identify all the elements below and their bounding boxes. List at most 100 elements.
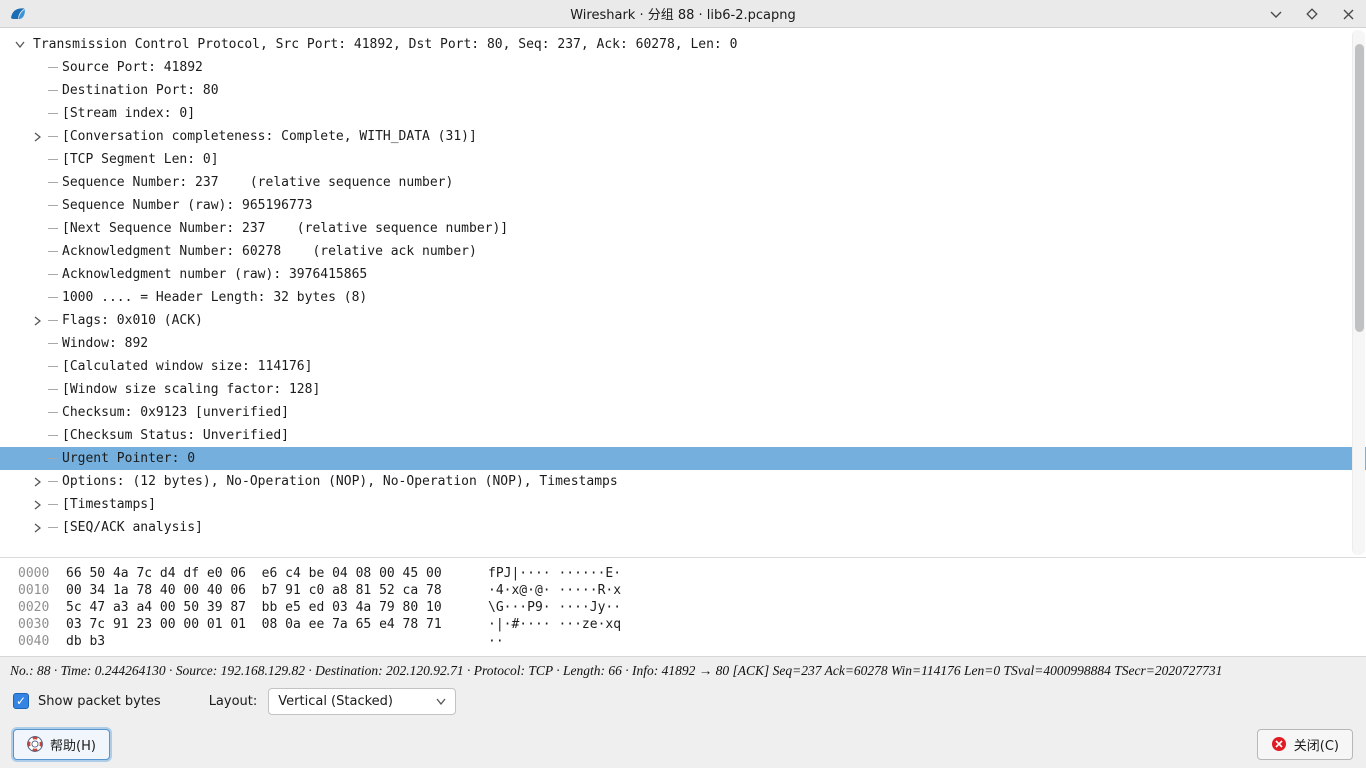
tree-root-label: Transmission Control Protocol, Src Port:… [33,37,737,52]
hex-offset: 0030 [18,617,66,632]
maximize-icon[interactable] [1304,6,1320,22]
chevron-right-icon[interactable] [34,477,48,487]
packet-status-line: No.: 88 · Time: 0.244264130 · Source: 19… [0,656,1366,684]
tree-row[interactable]: Window: 892 [0,332,1366,355]
tree-row-label: [SEQ/ACK analysis] [62,520,203,535]
vertical-scrollbar[interactable] [1352,30,1365,555]
hex-dump-panel: 0000 66 50 4a 7c d4 df e0 06 e6 c4 be 04… [0,557,1366,656]
tree-branch-line [48,320,58,321]
tree-row[interactable]: [Window size scaling factor: 128] [0,378,1366,401]
hex-offset: 0010 [18,583,66,598]
tree-row[interactable]: Destination Port: 80 [0,79,1366,102]
tree-branch-line [48,159,58,160]
titlebar: Wireshark · 分组 88 · lib6-2.pcapng [0,0,1366,28]
layout-select-value: Vertical (Stacked) [278,694,393,709]
tree-row-label: [Checksum Status: Unverified] [62,428,289,443]
show-packet-bytes-label[interactable]: Show packet bytes [38,694,161,709]
hex-row[interactable]: 0030 03 7c 91 23 00 00 01 01 08 0a ee 7a… [0,616,1366,633]
hex-ascii: ·· [488,634,504,649]
chevron-down-icon [436,698,446,705]
packet-detail-panel: Transmission Control Protocol, Src Port:… [0,28,1366,656]
close-circle-icon [1271,736,1287,752]
tree-row[interactable]: 1000 .... = Header Length: 32 bytes (8) [0,286,1366,309]
hex-ascii: \G···P9· ····Jy·· [488,600,621,615]
close-icon[interactable] [1340,6,1356,22]
hex-bytes: db b3 [66,634,462,649]
tree-branch-line [48,113,58,114]
chevron-right-icon[interactable] [34,316,48,326]
tree-row-label: Checksum: 0x9123 [unverified] [62,405,289,420]
tree-branch-line [48,67,58,68]
tree-row[interactable]: [Calculated window size: 114176] [0,355,1366,378]
layout-select[interactable]: Vertical (Stacked) [268,688,456,715]
hex-bytes: 66 50 4a 7c d4 df e0 06 e6 c4 be 04 08 0… [66,566,462,581]
tree-row[interactable]: Sequence Number: 237 (relative sequence … [0,171,1366,194]
hex-row[interactable]: 0040 db b3 ·· [0,633,1366,650]
tree-branch-line [48,481,58,482]
tree-row[interactable]: Options: (12 bytes), No-Operation (NOP),… [0,470,1366,493]
tree-row-label: Destination Port: 80 [62,83,219,98]
dialog-button-bar: 帮助(H) 关闭(C) [0,718,1366,768]
tree-row[interactable]: [Next Sequence Number: 237 (relative seq… [0,217,1366,240]
scrollbar-thumb[interactable] [1355,44,1364,332]
help-button[interactable]: 帮助(H) [13,729,110,760]
hex-bytes: 03 7c 91 23 00 00 01 01 08 0a ee 7a 65 e… [66,617,462,632]
tree-row-label: Acknowledgment Number: 60278 (relative a… [62,244,477,259]
hex-ascii: ·|·#···· ···ze·xq [488,617,621,632]
tree-branch-line [48,389,58,390]
tree-row[interactable]: Acknowledgment Number: 60278 (relative a… [0,240,1366,263]
tree-branch-line [48,458,58,459]
hex-offset: 0000 [18,566,66,581]
tree-branch-line [48,366,58,367]
tree-row[interactable]: [Stream index: 0] [0,102,1366,125]
tree-row[interactable]: [TCP Segment Len: 0] [0,148,1366,171]
tree-row[interactable]: Acknowledgment number (raw): 3976415865 [0,263,1366,286]
tree-branch-line [48,343,58,344]
hex-row[interactable]: 0020 5c 47 a3 a4 00 50 39 87 bb e5 ed 03… [0,599,1366,616]
dialog-controls: ✓ Show packet bytes Layout: Vertical (St… [0,684,1366,718]
tree-row[interactable]: [Timestamps] [0,493,1366,516]
wireshark-logo-icon [9,5,27,23]
hex-bytes: 00 34 1a 78 40 00 40 06 b7 91 c0 a8 81 5… [66,583,462,598]
tree-branch-line [48,412,58,413]
tree-branch-line [48,205,58,206]
tree-row-label: [Calculated window size: 114176] [62,359,312,374]
chevron-right-icon[interactable] [34,132,48,142]
chevron-right-icon[interactable] [34,523,48,533]
hex-row[interactable]: 0010 00 34 1a 78 40 00 40 06 b7 91 c0 a8… [0,582,1366,599]
tree-row[interactable]: [Checksum Status: Unverified] [0,424,1366,447]
chevron-right-icon[interactable] [34,500,48,510]
tree-row[interactable]: [Conversation completeness: Complete, WI… [0,125,1366,148]
tree-row-label: [Conversation completeness: Complete, WI… [62,129,477,144]
tree-row-label: Options: (12 bytes), No-Operation (NOP),… [62,474,618,489]
tree-row[interactable]: Checksum: 0x9123 [unverified] [0,401,1366,424]
tree-row[interactable]: Flags: 0x010 (ACK) [0,309,1366,332]
chevron-expanded-icon[interactable] [12,41,28,48]
tree-row[interactable]: Urgent Pointer: 0 [0,447,1366,470]
hex-row[interactable]: 0000 66 50 4a 7c d4 df e0 06 e6 c4 be 04… [0,565,1366,582]
tree-row[interactable]: Source Port: 41892 [0,56,1366,79]
hex-bytes: 5c 47 a3 a4 00 50 39 87 bb e5 ed 03 4a 7… [66,600,462,615]
minimize-icon[interactable] [1268,6,1284,22]
packet-summary-text: No.: 88 · Time: 0.244264130 · Source: 19… [10,663,1222,679]
tree-row-label: Flags: 0x010 (ACK) [62,313,203,328]
tree-row-label: [TCP Segment Len: 0] [62,152,219,167]
tree-branch-line [48,136,58,137]
tree-row-label: [Next Sequence Number: 237 (relative seq… [62,221,508,236]
tree-branch-line [48,435,58,436]
tree-rows: Source Port: 41892 Destination Port: 80 … [0,56,1366,539]
tree-branch-line [48,297,58,298]
tree-row-label: Sequence Number (raw): 965196773 [62,198,312,213]
tree-row-label: Source Port: 41892 [62,60,203,75]
close-button[interactable]: 关闭(C) [1257,729,1353,760]
show-packet-bytes-checkbox[interactable]: ✓ [13,693,29,709]
tree-branch-line [48,228,58,229]
tree-row-label: 1000 .... = Header Length: 32 bytes (8) [62,290,367,305]
tree-row[interactable]: [SEQ/ACK analysis] [0,516,1366,539]
tree-row-label: Window: 892 [62,336,148,351]
tree-row[interactable]: Sequence Number (raw): 965196773 [0,194,1366,217]
checkmark-icon: ✓ [16,695,26,707]
tree-row-root[interactable]: Transmission Control Protocol, Src Port:… [0,33,1366,56]
tree-branch-line [48,527,58,528]
help-lifebuoy-icon [27,736,43,752]
